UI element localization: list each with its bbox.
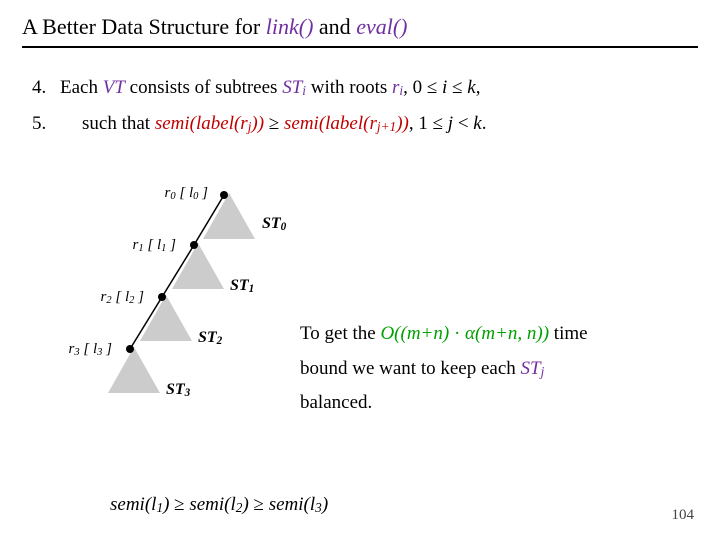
t: 0 [170, 191, 175, 202]
subtree-st3-icon [108, 347, 160, 393]
t: , [476, 77, 481, 98]
t: time [549, 323, 588, 344]
t: semi(label(r [284, 113, 377, 134]
title-rule [22, 46, 698, 48]
t: )) [396, 113, 409, 134]
t: j+1 [377, 119, 396, 134]
t: , 0 ≤ [403, 77, 442, 98]
node-r3-icon [126, 345, 134, 353]
t: semi(l [189, 494, 235, 515]
title-pre: A Better Data Structure for [22, 14, 266, 39]
commentary-line-3: balanced. [300, 389, 700, 418]
bullet-5: 5. such that semi(label(rj)) ≥ semi(labe… [32, 112, 698, 136]
t: 3 [185, 387, 191, 399]
t: , 1 ≤ [409, 113, 448, 134]
t: < [453, 113, 473, 134]
t: bound we want to keep each [300, 358, 521, 379]
t: ST [230, 277, 249, 294]
label-st3: ST3 [166, 381, 190, 399]
vt: VT [103, 77, 125, 98]
label-st2: ST2 [198, 329, 222, 347]
t: · [449, 323, 465, 344]
title-mid: and [313, 14, 356, 39]
label-st1: ST1 [230, 277, 254, 295]
t: 3 [74, 347, 79, 358]
t: 3 [97, 347, 102, 358]
semi2: semi(label(rj+1)) [284, 113, 409, 134]
commentary-line-1: To get the O((m+n) · α(m+n, n)) time [300, 320, 700, 349]
subtree-st2-icon [140, 295, 192, 341]
bullet-4-text: Each VT consists of subtrees STi with ro… [60, 76, 698, 100]
t: )) [251, 113, 264, 134]
semi1: semi(label(rj)) [155, 113, 264, 134]
t: O((m+n) [380, 323, 449, 344]
title-fn-eval: eval() [356, 14, 407, 39]
bullet-4: 4. Each VT consists of subtrees STi with… [32, 76, 698, 100]
node-r1-icon [190, 241, 198, 249]
t: To get the [300, 323, 380, 344]
t: ST [521, 358, 541, 379]
t: ST [198, 329, 217, 346]
t: such that [82, 113, 155, 134]
t: Each [60, 77, 103, 98]
stj: STj [521, 358, 545, 379]
bullet-list: 4. Each VT consists of subtrees STi with… [32, 76, 698, 136]
t: ST [282, 77, 302, 98]
title-fn-link: link() [266, 14, 314, 39]
alpha: α [465, 323, 475, 344]
t: 2 [217, 335, 223, 347]
t: ) [322, 494, 328, 515]
label-r3: r3 [ l3 ] [52, 341, 112, 358]
t: 1 [138, 243, 143, 254]
subtree-st1-icon [172, 243, 224, 289]
t: 3 [315, 500, 322, 515]
label-r0: r0 [ l0 ] [148, 185, 208, 202]
t: 1 [161, 243, 166, 254]
ri: ri [392, 77, 403, 98]
bullet-5-text: such that semi(label(rj)) ≥ semi(label(r… [60, 112, 698, 136]
t: k [473, 113, 481, 134]
t: ST [262, 215, 281, 232]
t: k [467, 77, 475, 98]
t: 0 [281, 221, 287, 233]
t: (m+n, n)) [475, 323, 549, 344]
t: semi(label(r [155, 113, 248, 134]
t: 2 [106, 295, 111, 306]
subtree-st0-icon [203, 193, 255, 239]
t: ≤ [447, 77, 467, 98]
page-number: 104 [672, 507, 695, 524]
t: ≥ [169, 494, 189, 515]
t: ST [166, 381, 185, 398]
t: consists of subtrees [125, 77, 282, 98]
t: j [541, 364, 545, 379]
t: with roots [306, 77, 392, 98]
t: . [482, 113, 487, 134]
t: semi(l [269, 494, 315, 515]
t: 0 [193, 191, 198, 202]
node-r2-icon [158, 293, 166, 301]
node-r0-icon [220, 191, 228, 199]
label-st0: ST0 [262, 215, 286, 233]
bullet-5-num: 5. [32, 112, 60, 136]
bullet-4-num: 4. [32, 76, 60, 100]
slide-title: A Better Data Structure for link() and e… [22, 14, 698, 46]
label-r1: r1 [ l1 ] [116, 237, 176, 254]
t: 2 [129, 295, 134, 306]
t: ≥ [264, 113, 284, 134]
label-r2: r2 [ l2 ] [84, 289, 144, 306]
t: semi(l [110, 494, 156, 515]
t: 1 [249, 283, 255, 295]
sti: STi [282, 77, 306, 98]
t: ≥ [249, 494, 269, 515]
commentary-line-2: bound we want to keep each STj [300, 355, 700, 384]
commentary-block: To get the O((m+n) · α(m+n, n)) time bou… [300, 320, 700, 424]
bottom-inequality: semi(l1) ≥ semi(l2) ≥ semi(l3) [110, 494, 328, 516]
